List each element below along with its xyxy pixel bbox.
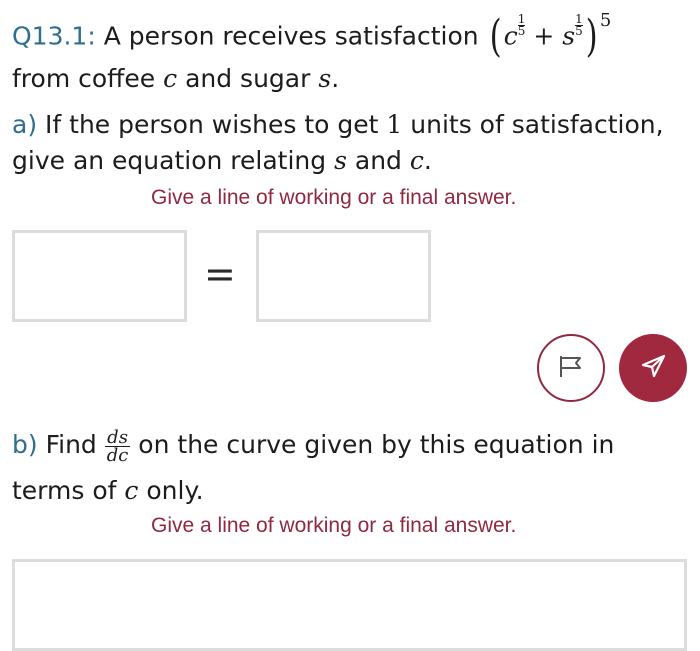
- flag-button[interactable]: [537, 334, 605, 402]
- question-line-1: Q13.1: A person receives satisfaction (c…: [12, 10, 611, 63]
- part-a-value: 1: [386, 110, 403, 139]
- expr-c-exponent: 15: [517, 12, 526, 38]
- outer-exponent: 5: [599, 10, 612, 32]
- right-paren: ): [585, 11, 598, 63]
- var-c: c: [163, 64, 178, 93]
- part-b-hint: Give a line of working or a final answer…: [151, 514, 517, 537]
- question-number: Q13.1:: [12, 21, 96, 51]
- part-a-hint: Give a line of working or a final answer…: [151, 186, 517, 209]
- part-b-line-2: terms of c only.: [12, 474, 204, 508]
- question-text: .: [331, 64, 340, 93]
- expr-s: s: [562, 21, 576, 51]
- var-s: s: [318, 64, 332, 93]
- part-b-label: b): [12, 430, 38, 459]
- expr-plus: +: [533, 21, 555, 51]
- var-c: c: [409, 146, 424, 175]
- left-paren: (: [489, 11, 502, 63]
- send-button[interactable]: [619, 334, 687, 402]
- part-a-label: a): [12, 110, 38, 139]
- derivative-fraction: ds dc: [104, 426, 131, 466]
- var-c: c: [124, 476, 139, 505]
- part-a-text: .: [423, 146, 432, 175]
- expr-c: c: [503, 21, 518, 51]
- answer-input-right[interactable]: [256, 230, 431, 322]
- answer-input-b[interactable]: [12, 559, 687, 651]
- part-a-text: If the person wishes to get: [37, 110, 387, 139]
- question-text: from coffee: [12, 64, 164, 93]
- part-b-text: terms of: [12, 476, 125, 505]
- part-a-text: give an equation relating: [12, 146, 335, 175]
- part-a-text: units of satisfaction,: [402, 110, 664, 139]
- var-s: s: [334, 146, 347, 175]
- question-line-2: from coffee c and sugar s.: [12, 62, 339, 96]
- part-b-text: on the curve given by this equation in: [130, 430, 615, 459]
- send-icon: [639, 352, 667, 384]
- part-b-text: Find: [37, 430, 105, 459]
- part-b-text: only.: [138, 476, 204, 505]
- question-intro: A person receives satisfaction: [95, 21, 487, 51]
- part-a-text: and: [346, 146, 410, 175]
- part-a-line-2: give an equation relating s and c.: [12, 144, 432, 178]
- expr-s-exponent: 15: [575, 12, 583, 38]
- question-text: and sugar: [177, 64, 319, 93]
- equals-sign: =: [204, 252, 236, 296]
- flag-icon: [556, 353, 586, 383]
- answer-input-left[interactable]: [12, 230, 187, 322]
- part-b-line-1: b) Find ds dc on the curve given by this …: [12, 428, 614, 464]
- part-a-line-1: a) If the person wishes to get 1 units o…: [12, 108, 664, 142]
